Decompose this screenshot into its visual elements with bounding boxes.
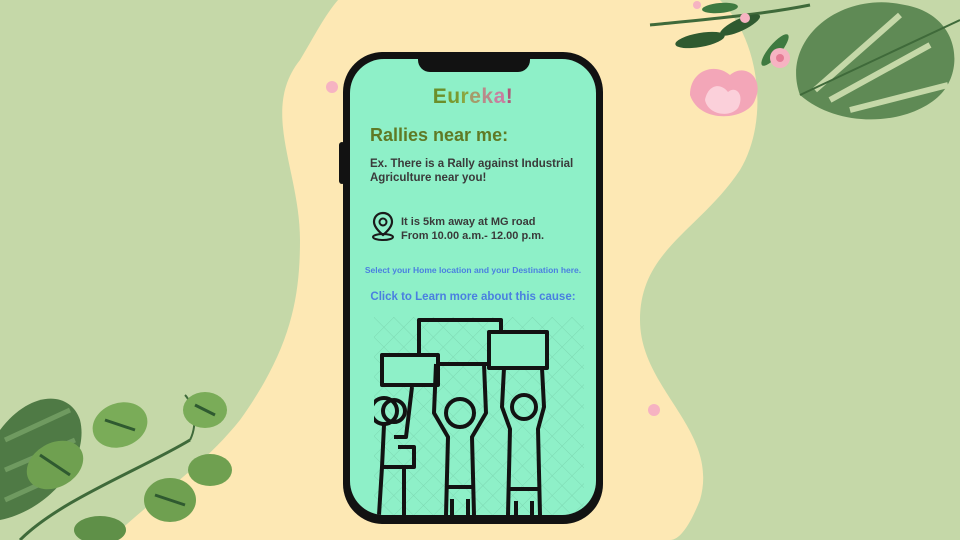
page-title: Rallies near me: [370, 125, 509, 145]
brand-letter: u [447, 85, 461, 108]
rally-location-details: It is 5km away at MG road From 10.00 a.m… [401, 215, 591, 243]
phone-notch [418, 59, 530, 72]
phone-frame: Eureka! Rallies near me: Ex. There is a … [343, 52, 603, 524]
brand-letter: e [469, 85, 482, 108]
app-brand-title: Eureka! [350, 85, 596, 109]
rally-time-text: From 10.00 a.m.- 12.00 p.m. [401, 230, 545, 242]
location-pin-icon [372, 211, 394, 241]
select-home-destination-link[interactable]: Select your Home location and your Desti… [350, 265, 596, 275]
learn-more-link[interactable]: Click to Learn more about this cause: [350, 291, 596, 303]
monstera-leaf-top-right [796, 2, 960, 120]
phone-screen: Eureka! Rallies near me: Ex. There is a … [350, 59, 596, 515]
rally-distance-text: It is 5km away at MG road [401, 216, 536, 228]
brand-letter: ! [505, 85, 514, 108]
protest-illustration[interactable] [374, 317, 584, 515]
brand-letter: a [493, 85, 506, 108]
rally-example-text: Ex. There is a Rally against Industrial … [370, 158, 574, 184]
protest-sign-left [380, 353, 440, 387]
brand-letter: k [481, 85, 494, 108]
brand-letter: E [432, 85, 448, 108]
protest-sign-right [487, 330, 549, 370]
brand-letter: r [460, 85, 470, 108]
